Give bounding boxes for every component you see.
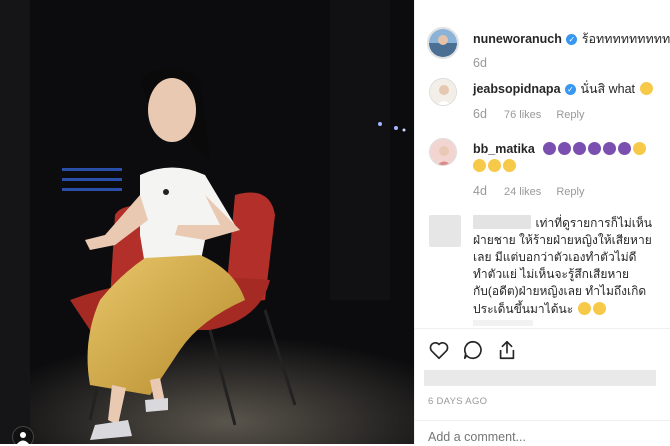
comment-likes[interactable]: 76 likes [504, 109, 541, 121]
comment-text-line: ฝ่ายชาย ให้ร้ายฝ่ายหญิงให้เสียหาย [473, 233, 652, 247]
author-username[interactable]: nuneworanuch [473, 32, 562, 46]
comment-text-line: กับ(อดีต)ฝ่ายหญิงเลย ทำไมถึงเกิด [473, 284, 647, 298]
comment-username[interactable]: bb_matika [473, 142, 535, 156]
comment-meta-cutoff [473, 320, 533, 326]
comment-avatar[interactable] [429, 215, 461, 247]
photo-image [0, 0, 414, 444]
tag-people-icon[interactable] [12, 426, 34, 444]
woman-gesturing-emoji-icon [573, 142, 587, 155]
comment-input-divider [414, 420, 670, 421]
sad-emoji-icon [577, 302, 591, 315]
comment-username[interactable]: jeabsopidnapa [473, 82, 561, 96]
comment-time[interactable]: 4d [473, 184, 487, 198]
woman-gesturing-emoji-icon [618, 142, 632, 155]
caption-time[interactable]: 6d [473, 56, 487, 70]
comment-text-line: ทำตัวแย่ ไม่เห็นจะรู้สึกเสียหาย [473, 267, 630, 281]
woman-gesturing-emoji-icon [543, 142, 557, 155]
woman-gesturing-emoji-icon [588, 142, 602, 155]
likes-count-blurred [424, 370, 656, 386]
comment-text-line: ประเด็นขึ้นมาได้นะ [473, 302, 574, 316]
author-avatar[interactable] [427, 27, 459, 59]
reply-button[interactable]: Reply [556, 109, 584, 121]
comment-likes[interactable]: 24 likes [504, 186, 541, 198]
comment-text: นั่นสิ what [580, 82, 636, 96]
reply-button[interactable]: Reply [556, 186, 584, 198]
verified-badge-icon: ✓ [564, 84, 576, 95]
frowning-emoji-icon [633, 142, 647, 155]
comment-time[interactable]: 6d [473, 107, 487, 121]
comment-bubble-icon[interactable] [462, 339, 484, 361]
comment-avatar[interactable] [429, 78, 457, 106]
comment-avatar[interactable] [429, 138, 457, 166]
comment-text-line: เท่าที่ดูรายการก็ไม่เห็น [535, 216, 652, 230]
frowning-emoji-icon [503, 159, 516, 172]
post-photo[interactable] [0, 0, 414, 444]
laughing-emoji-icon [639, 82, 653, 95]
blurred-username [473, 215, 531, 229]
verified-badge-icon: ✓ [566, 34, 578, 45]
caption-text: ร้อททททททททททท [581, 32, 670, 46]
frowning-emoji-icon [473, 159, 486, 172]
woman-gesturing-emoji-icon [558, 142, 572, 155]
woman-gesturing-emoji-icon [603, 142, 617, 155]
frowning-emoji-icon [488, 159, 501, 172]
actions-divider [414, 328, 670, 329]
like-heart-icon[interactable] [428, 339, 450, 361]
comment-text-line: เลย มีแต่บอกว่าตัวเองทำตัวไม่ดี [473, 250, 637, 264]
add-comment-input[interactable] [428, 428, 654, 446]
post-timestamp[interactable]: 6 DAYS AGO [428, 396, 487, 407]
comment-emoji-row [473, 157, 518, 175]
share-icon[interactable] [496, 339, 518, 361]
sad-emoji-icon [592, 302, 606, 315]
